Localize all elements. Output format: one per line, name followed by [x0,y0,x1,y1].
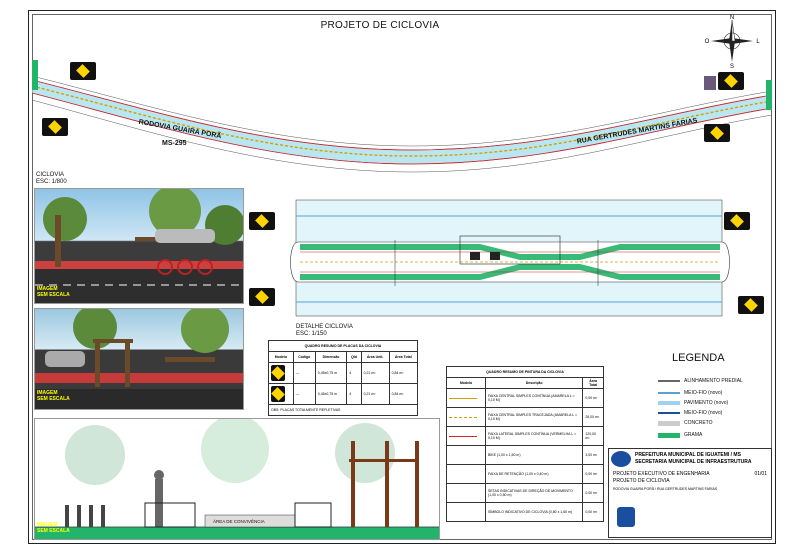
table-row: FAIXA DE RETENÇÃO (1,00 x 0,40 m) 0,00 m² [446,464,604,484]
signs-col: Área Total [388,351,419,363]
detail-view [290,199,730,317]
drawing-sheet: { "title": "PROJETO DE CICLOVIA", "compa… [0,0,788,556]
signs-table-title: QUADRO RESUMO DE PLACAS DA CICLOVIA [268,340,418,352]
table-row: —0,45x0,75 m 4 0,21 m² 0,84 m² [268,383,419,405]
signs-col: Modelo [268,351,294,363]
image-tag-1: IMAGEM SEM ESCALA [37,286,70,298]
sign-detail-4 [738,296,764,314]
legend-item: CONCRETO [658,420,713,426]
view-label-detalhe: DETALHE CICLOVIA ESC: 1/150 [296,324,353,337]
engineer-logo-icon [617,507,635,527]
address-line: RODOVIA GUAIRA PORÃ / RUA GERTRUDES MART… [613,487,718,491]
sign-plan-2 [42,118,68,136]
sign-detail-3 [724,212,750,230]
render-image-2: IMAGEM SEM ESCALA [34,308,244,410]
org-line-1: PREFEITURA MUNICIPAL DE IGUATEMI / MS [635,452,741,458]
signs-col: Código [292,351,316,363]
project-line-1: PROJETO EXECUTIVO DE ENGENHARIA [613,471,710,477]
legend-title: LEGENDA [672,352,725,364]
elevation-view: ÁREA DE CONVIVÊNCIA IMAGEM SEM ESCALA [34,418,440,540]
sign-plan-4 [704,124,730,142]
plan-view [32,60,772,173]
image-tag-2: IMAGEM SEM ESCALA [37,390,70,402]
signs-table-footer: OBS: PLACAS TOTALMENTE REFLETIVAS [268,404,418,416]
sign-detail-2 [249,288,275,306]
drawing-title: PROJETO DE CICLOVIA [320,20,440,31]
legend-item: GRAMA [658,432,702,438]
sheet-number: 01/01 [754,471,767,477]
paint-table: QUADRO RESUMO DE PINTURA DA CICLOVIA Mod… [446,366,604,522]
paint-col: Modelo [446,377,486,389]
legend-item: PAVIMENTO (novo) [658,400,728,406]
signs-col: Área Unit. [360,351,390,363]
paint-table-title: QUADRO RESUMO DE PINTURA DA CICLOVIA [446,366,604,378]
sign-plan-1 [70,62,96,80]
signs-table: QUADRO RESUMO DE PLACAS DA CICLOVIA Mode… [268,340,419,416]
sign-icon [271,365,285,381]
title-block: PREFEITURA MUNICIPAL DE IGUATEMI / MS SE… [608,448,772,538]
compass-n: N [730,15,734,21]
image-tag-3: IMAGEM SEM ESCALA [37,522,70,534]
table-row: FAIXA LATERAL SIMPLES CONTÍNUA (VERMELHA… [446,426,604,446]
table-row: FAIXA CENTRAL SIMPLES TRACEJADA (AMARELA… [446,407,604,427]
table-row: SETAS INDICATIVAS DE DIREÇÃO DE MOVIMENT… [446,483,604,503]
legend-item: ALINHAMENTO PREDIAL [658,378,743,384]
road-label-left-sub: MS-295 [162,140,187,147]
signs-col: Dimensão [314,351,348,363]
view-label-ciclovia: CICLOVIA ESC: 1/800 [36,172,67,185]
sign-icon [271,386,285,402]
paint-col: Descrição [484,377,584,389]
table-row: FAIXA CENTRAL SIMPLES CONTÍNUA (AMARELA … [446,388,604,408]
table-row: SÍMBOLO INDICATIVO DE CICLOVIA (0,80 x 1… [446,502,604,522]
legend-item: MEIO-FIO (novo) [658,410,722,416]
sign-plan-3 [718,72,744,90]
project-line-2: PROJETO DE CICLOVIA [613,478,670,484]
logo-icon [611,451,631,467]
org-line-2: SECRETARIA MUNICIPAL DE INFRAESTRUTURA [635,459,752,465]
table-row: —0,45x0,75 m 4 0,21 m² 0,84 m² [268,362,419,384]
sign-detail-1 [249,212,275,230]
render-image-1: IMAGEM SEM ESCALA [34,188,244,304]
table-row: BIKE (1,00 x 1,50 m) 3,00 m² [446,445,604,465]
elevation-area-label: ÁREA DE CONVIVÊNCIA [213,519,265,524]
signs-col: Qtd [346,351,362,363]
paint-col: Área Total [582,377,604,389]
legend-item: MEIO-FIO (novo) [658,390,722,396]
